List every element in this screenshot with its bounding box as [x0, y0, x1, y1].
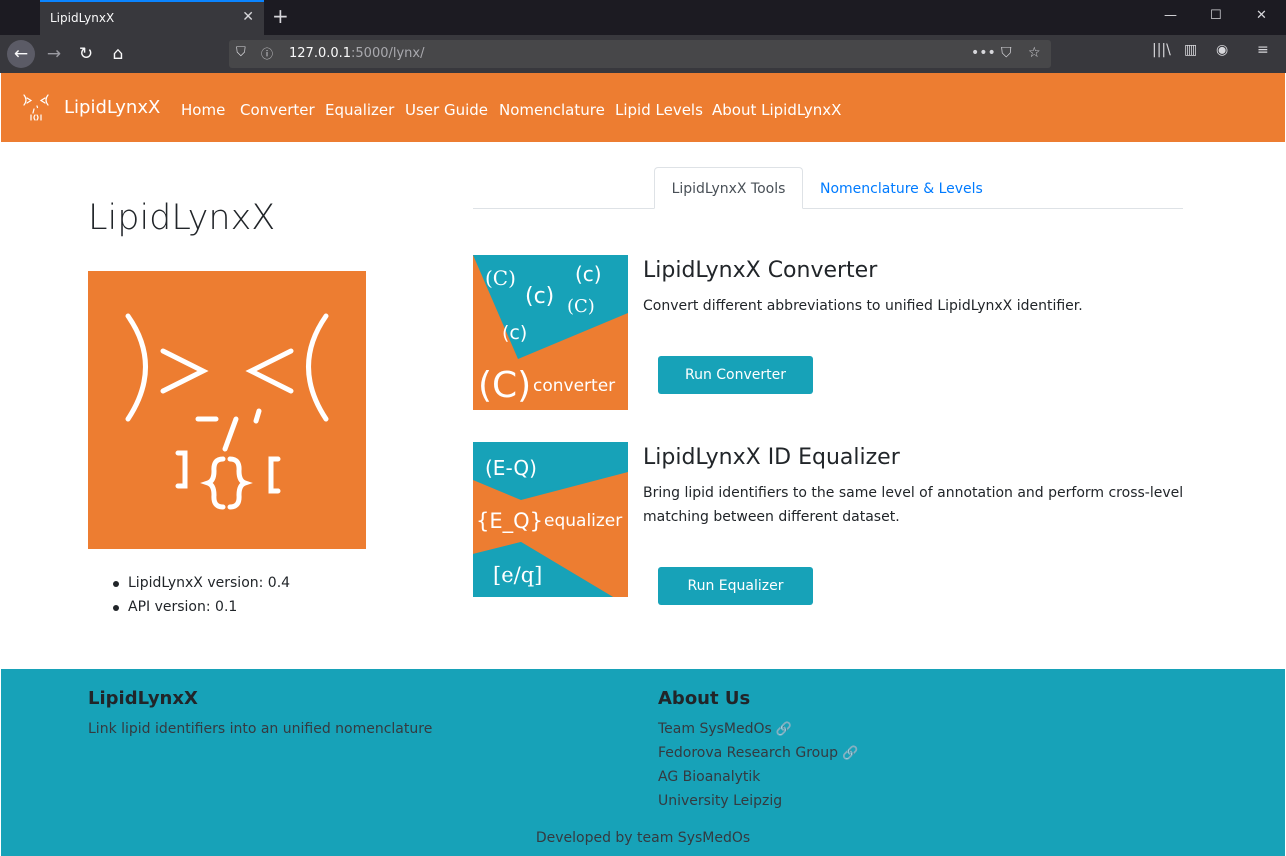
nav-equalizer[interactable]: Equalizer	[325, 101, 394, 119]
url-host: 127.0.0.1	[289, 46, 352, 61]
footer-link-label: Fedorova Research Group	[658, 745, 838, 761]
lipidlynxx-logo-icon[interactable]	[21, 91, 51, 125]
converter-glyph: (C)	[485, 266, 516, 290]
lynx-face-icon	[125, 313, 329, 510]
maximize-icon[interactable]: ☐	[1210, 8, 1222, 23]
converter-image-icon[interactable]: (C) (c) (c) (C) (c) (C) converter	[473, 255, 628, 410]
paperclip-icon: 🔗	[841, 746, 859, 761]
converter-glyph: (c)	[575, 262, 602, 286]
converter-word: converter	[533, 376, 615, 396]
nav-nomenclature[interactable]: Nomenclature	[499, 101, 605, 119]
run-equalizer-button[interactable]: Run Equalizer	[658, 567, 813, 605]
equalizer-image-icon[interactable]: (E-Q) {E_Q} equalizer [e/q]	[473, 442, 628, 597]
paperclip-icon: 🔗	[775, 722, 792, 737]
converter-glyph: (C)	[478, 365, 531, 406]
browser-toolbar: ← → ↻ ⌂ ⛉ ⓘ 127.0.0.1:5000/lynx/ ••• ⛉ ☆…	[0, 35, 1286, 73]
equalizer-title: LipidLynxX ID Equalizer	[643, 445, 900, 470]
footer-link-label: Team SysMedOs	[658, 721, 772, 737]
run-converter-button[interactable]: Run Converter	[658, 356, 813, 394]
nav-about[interactable]: About LipidLynxX	[712, 101, 841, 119]
window-close-icon[interactable]: ✕	[1256, 8, 1267, 23]
equalizer-glyph: [e/q]	[493, 563, 542, 587]
browser-tabstrip: LipidLynxX ✕ + — ☐ ✕	[0, 0, 1286, 35]
site-navbar: LipidLynxX Home Converter Equalizer User…	[1, 73, 1285, 142]
tab-nomenclature-levels[interactable]: Nomenclature & Levels	[820, 181, 983, 197]
footer-left-title: LipidLynxX	[88, 688, 198, 709]
footer-link-fedorova[interactable]: Fedorova Research Group 🔗	[658, 745, 858, 761]
footer-credit: Developed by team SysMedOs	[535, 830, 751, 846]
page-title: LipidLynxX	[88, 198, 276, 238]
equalizer-glyph: {E_Q}	[476, 509, 543, 534]
close-tab-icon[interactable]: ✕	[242, 9, 254, 25]
tab-lipidlynxx-tools[interactable]: LipidLynxX Tools	[654, 167, 803, 209]
url-bar[interactable]: ⛉ ⓘ 127.0.0.1:5000/lynx/ ••• ⛉ ☆	[229, 40, 1051, 68]
nav-user-guide[interactable]: User Guide	[405, 101, 488, 119]
converter-glyph: (C)	[567, 296, 595, 317]
forward-icon[interactable]: →	[40, 40, 68, 68]
equalizer-glyph: (E-Q)	[485, 456, 537, 480]
equalizer-word: equalizer	[544, 511, 622, 531]
browser-tab-title: LipidLynxX	[50, 11, 115, 25]
shield-icon[interactable]: ⛉	[236, 45, 246, 60]
home-icon[interactable]: ⌂	[104, 40, 132, 68]
browser-tab[interactable]: LipidLynxX ✕	[40, 0, 264, 35]
footer-link-university[interactable]: University Leipzig	[658, 793, 782, 809]
account-icon[interactable]: ◉	[1216, 42, 1228, 58]
library-icon[interactable]: |||\	[1152, 42, 1171, 58]
url-path: :5000/lynx/	[351, 46, 425, 61]
footer-tagline: Link lipid identifiers into an unified n…	[88, 721, 433, 737]
reload-icon[interactable]: ↻	[72, 40, 100, 68]
bookmark-star-icon[interactable]: ☆	[1028, 45, 1041, 61]
converter-title: LipidLynxX Converter	[643, 258, 878, 283]
sidebar-icon[interactable]: ▥	[1184, 42, 1197, 58]
nav-converter[interactable]: Converter	[240, 101, 315, 119]
info-icon[interactable]: ⓘ	[261, 45, 273, 62]
lipidlynxx-large-logo	[88, 271, 366, 549]
navbar-brand[interactable]: LipidLynxX	[64, 97, 160, 118]
url-text[interactable]: 127.0.0.1:5000/lynx/	[289, 46, 425, 61]
menu-icon[interactable]: ≡	[1257, 42, 1269, 58]
converter-glyph: (c)	[502, 322, 527, 344]
equalizer-description: Bring lipid identifiers to the same leve…	[643, 485, 1184, 525]
pocket-icon[interactable]: ⛉	[1001, 45, 1012, 61]
nav-lipid-levels[interactable]: Lipid Levels	[615, 101, 703, 119]
footer: LipidLynxX Link lipid identifiers into a…	[1, 669, 1285, 856]
list-item: API version: 0.1	[110, 599, 290, 617]
tabs-divider	[473, 208, 1183, 209]
minimize-icon[interactable]: —	[1164, 8, 1177, 23]
more-actions-icon[interactable]: •••	[971, 45, 996, 61]
footer-about-title: About Us	[658, 688, 751, 709]
footer-link-ag-bioanalytik[interactable]: AG Bioanalytik	[658, 769, 760, 785]
converter-glyph: (c)	[525, 284, 554, 309]
version-list: LipidLynxX version: 0.4 API version: 0.1	[110, 575, 290, 623]
nav-home[interactable]: Home	[181, 101, 225, 119]
converter-description: Convert different abbreviations to unifi…	[643, 298, 1083, 314]
footer-link-sysmedos[interactable]: Team SysMedOs 🔗	[658, 721, 792, 737]
back-icon[interactable]: ←	[7, 40, 35, 68]
new-tab-icon[interactable]: +	[272, 4, 289, 28]
list-item: LipidLynxX version: 0.4	[110, 575, 290, 593]
